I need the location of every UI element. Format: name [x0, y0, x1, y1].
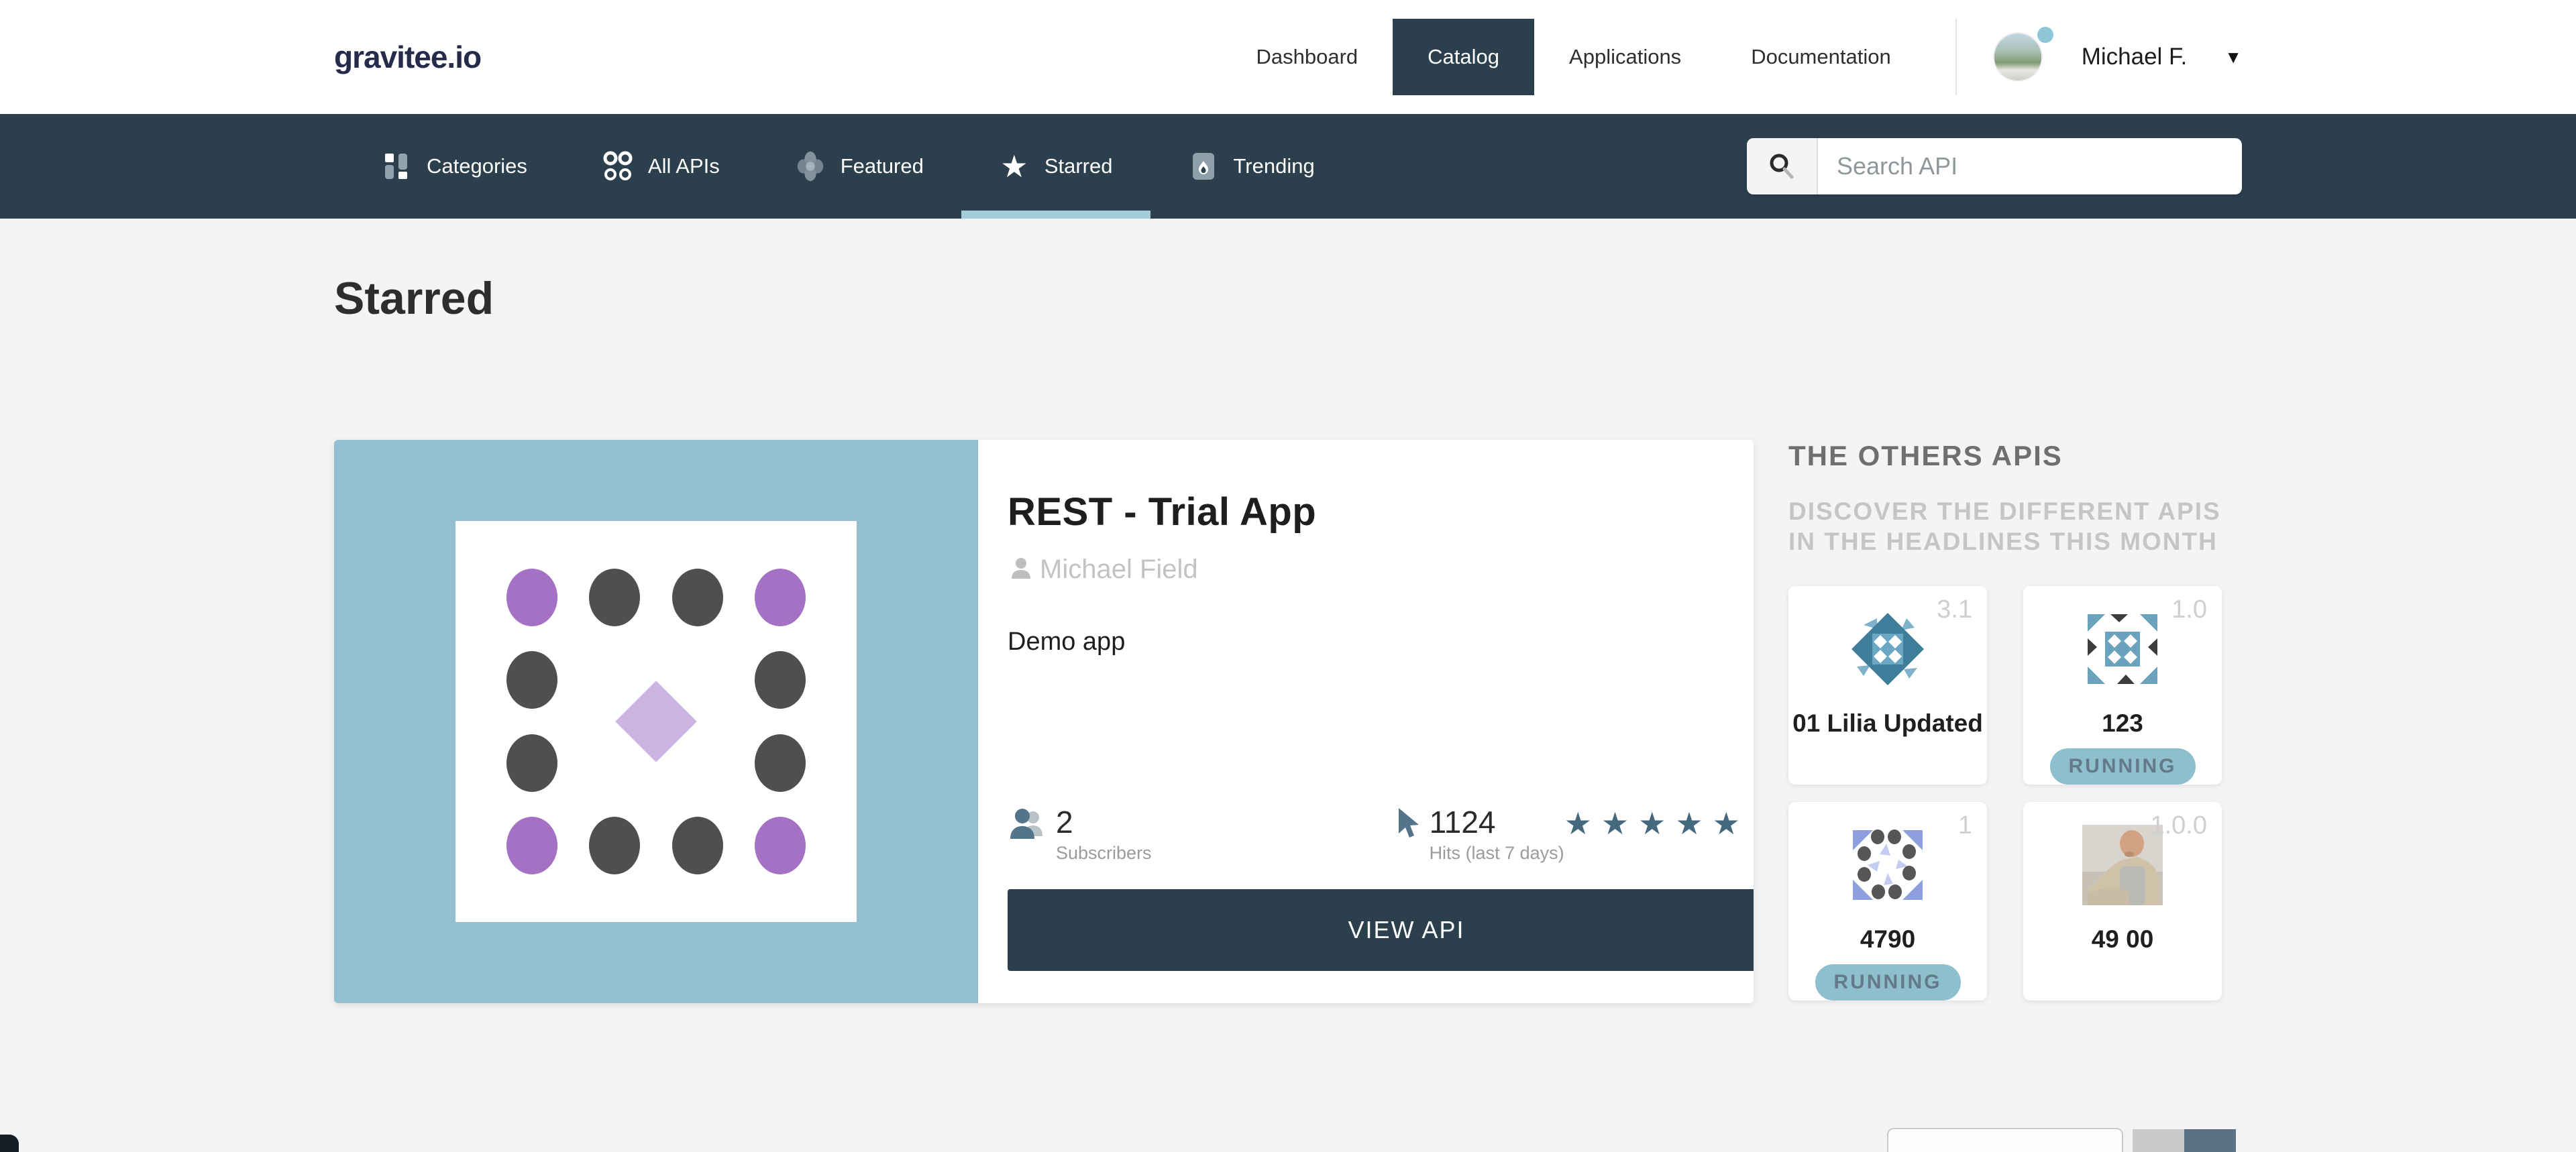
logo-text: gravitee.io — [334, 40, 481, 74]
subnav-starred[interactable]: ★ Starred — [961, 114, 1150, 219]
trending-icon — [1188, 151, 1219, 182]
pattern-dot — [506, 569, 557, 626]
hits-stat: 1124 Hits (last 7 days) — [1393, 807, 1564, 864]
api-title: REST - Trial App — [1008, 489, 1754, 534]
subscribers-label: Subscribers — [1056, 843, 1152, 864]
nav-catalog[interactable]: Catalog — [1393, 19, 1534, 95]
subscribers-value: 2 — [1056, 807, 1152, 838]
api-card-4790[interactable]: 1 — [1788, 802, 1987, 1000]
api-owner: Michael Field — [1040, 555, 1198, 585]
pattern-dot — [672, 569, 723, 626]
notification-dot — [2037, 27, 2053, 43]
top-header: gravitee.io Dashboard Catalog Applicatio… — [0, 0, 2576, 114]
nav-documentation[interactable]: Documentation — [1716, 19, 1926, 95]
api-stats: 2 Subscribers 1124 Hits (last 7 days) — [1008, 807, 1754, 864]
search-icon — [1747, 138, 1818, 194]
filter-results-select[interactable]: Filter the results... ▼ — [1887, 1128, 2123, 1152]
subnav-label: Categories — [427, 154, 527, 178]
api-card-version: 3.1 — [1937, 595, 1972, 624]
star-icon: ★ — [999, 151, 1030, 182]
all-apis-icon — [602, 151, 633, 182]
footer-corner-chip — [0, 1135, 19, 1152]
pattern-dot — [506, 651, 557, 709]
gravitee-logo[interactable]: gravitee.io — [334, 39, 481, 75]
subnav-label: Featured — [841, 154, 924, 178]
view-mode-toggle — [2133, 1129, 2236, 1152]
avatar[interactable] — [1993, 32, 2043, 82]
api-logo-dots — [1847, 825, 1928, 905]
api-card-lilia[interactable]: 3.1 — [1788, 586, 1987, 785]
api-description: Demo app — [1008, 628, 1754, 656]
user-menu[interactable]: Michael F. ▼ — [1993, 32, 2242, 82]
rating-stars[interactable]: ★ ★ ★ ★ ★ — [1564, 807, 1740, 839]
person-icon — [1008, 555, 1034, 585]
pattern-dot — [506, 817, 557, 874]
star-icon[interactable]: ★ — [1713, 808, 1740, 839]
pattern-dot — [672, 817, 723, 874]
search-box — [1747, 138, 2242, 194]
cursor-icon — [1393, 807, 1423, 848]
featured-icon — [795, 151, 826, 182]
subnav-label: Trending — [1234, 154, 1315, 178]
chevron-down-icon[interactable]: ▼ — [2224, 47, 2242, 68]
featured-api-card: REST - Trial App 1 Michael Field Demo ap… — [334, 440, 1754, 1003]
header-divider — [1955, 19, 1957, 95]
user-name: Michael F. — [2082, 44, 2188, 70]
subnav-trending[interactable]: Trending — [1150, 114, 1352, 219]
api-card-name: 123 — [2102, 709, 2143, 738]
pattern-dot — [755, 569, 806, 626]
subnav-label: Starred — [1044, 154, 1113, 178]
pattern-dot — [755, 817, 806, 874]
api-card-123[interactable]: 1.0 — [2023, 586, 2222, 785]
api-card-version: 1.0.0 — [2150, 811, 2207, 840]
sidebar-subtitle: DISCOVER THE DIFFERENT APIS IN THE HEADL… — [1788, 496, 2223, 557]
pattern-dot — [506, 734, 557, 792]
api-card-version: 1.0 — [2171, 595, 2207, 624]
star-icon[interactable]: ★ — [1601, 808, 1629, 839]
subscribers-icon — [1008, 807, 1049, 848]
sidebar-title: THE OTHERS APIS — [1788, 440, 2223, 472]
nav-applications[interactable]: Applications — [1534, 19, 1716, 95]
api-card-name: 01 Lilia Updated — [1792, 709, 1983, 738]
pattern-dot — [755, 734, 806, 792]
top-nav: Dashboard Catalog Applications Documenta… — [1222, 0, 1926, 114]
categories-icon — [381, 151, 412, 182]
list-view-button[interactable] — [2184, 1129, 2236, 1152]
nav-dashboard[interactable]: Dashboard — [1222, 19, 1393, 95]
star-icon[interactable]: ★ — [1675, 808, 1703, 839]
pattern-dot — [589, 817, 640, 874]
catalog-subnav: Categories All APIs — [0, 114, 2576, 219]
subscribers-stat: 2 Subscribers — [1008, 807, 1152, 864]
view-api-button[interactable]: VIEW API — [1008, 889, 1754, 971]
pattern-dot — [755, 651, 806, 709]
subnav-label: All APIs — [648, 154, 720, 178]
page-title: Starred — [334, 272, 2242, 325]
subnav-all-apis[interactable]: All APIs — [565, 114, 757, 219]
subnav-categories[interactable]: Categories — [343, 114, 565, 219]
hits-value: 1124 — [1430, 807, 1564, 838]
grid-view-button[interactable] — [2133, 1129, 2184, 1152]
api-card-version: 1 — [1958, 811, 1972, 840]
api-grid: 3.1 — [1788, 586, 2223, 1000]
star-icon[interactable]: ★ — [1564, 808, 1592, 839]
search-input[interactable] — [1818, 138, 2242, 194]
status-badge: RUNNING — [2050, 748, 2196, 785]
hits-label: Hits (last 7 days) — [1430, 843, 1564, 864]
status-badge: RUNNING — [1815, 964, 1961, 1000]
rating-stat: ★ ★ ★ ★ ★ 1 Note — [1564, 807, 1754, 864]
pattern-dot — [589, 569, 640, 626]
star-icon[interactable]: ★ — [1638, 808, 1666, 839]
others-apis-sidebar: THE OTHERS APIS DISCOVER THE DIFFERENT A… — [1788, 440, 2223, 1003]
api-card-name: 49 00 — [2092, 925, 2154, 954]
api-logo-pinwheel — [2082, 609, 2163, 689]
subnav-featured[interactable]: Featured — [757, 114, 961, 219]
api-cover-pattern — [455, 521, 857, 922]
api-card-name: 4790 — [1860, 925, 1915, 954]
api-cover-image — [334, 440, 978, 1003]
api-logo-diamond — [1847, 609, 1928, 689]
api-card-4900[interactable]: 1.0.0 49 00 — [2023, 802, 2222, 1000]
